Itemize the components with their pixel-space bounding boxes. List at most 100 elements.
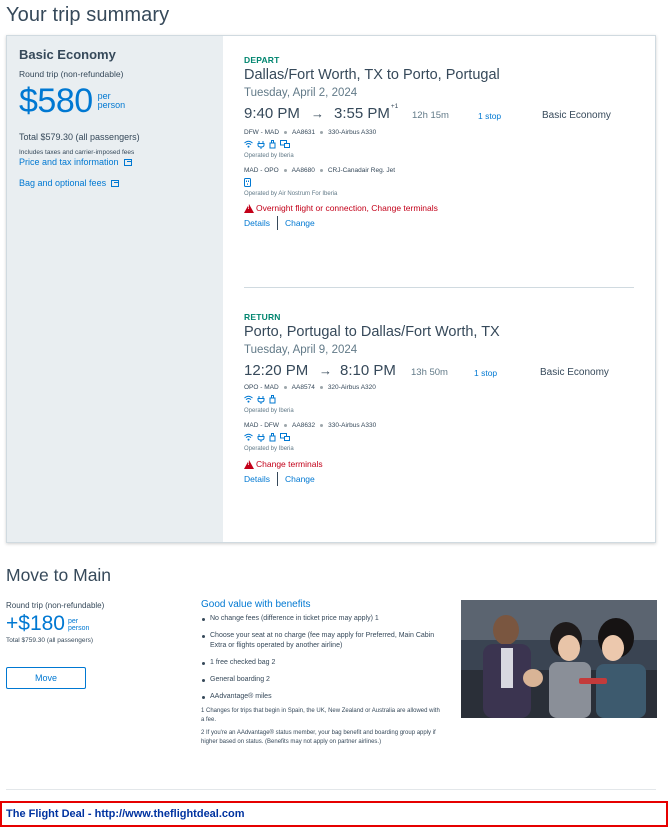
return-stops-link[interactable]: 1 stop	[474, 368, 497, 378]
main-cabin-photo	[461, 600, 657, 718]
depart-departure-time: 9:40 PM	[244, 105, 300, 122]
segment-flight: AA8574	[291, 384, 315, 391]
segment-aircraft: CRJ-Canadair Reg. Jet	[327, 167, 396, 174]
segment-aircraft: 330-Airbus A330	[328, 129, 377, 136]
separator-dot	[283, 169, 287, 172]
benefits-list: No change fees (difference in ticket pri…	[201, 614, 441, 702]
operated-by: Operated by Iberia	[244, 446, 294, 452]
amenities-row	[244, 432, 634, 442]
return-actions: Details Change	[244, 472, 634, 486]
bag-fees-link[interactable]: Bag and optional fees	[19, 178, 211, 188]
separator-dot	[320, 424, 324, 427]
segment-route: MAD - DFW	[244, 422, 280, 429]
segment-info: MAD - DFW AA8632 330-Airbus A330	[244, 422, 634, 429]
return-leg: RETURN Porto, Portugal to Dallas/Fort Wo…	[244, 312, 634, 486]
price-tax-link-label: Price and tax information	[19, 157, 119, 167]
return-date: Tuesday, April 9, 2024	[244, 344, 358, 356]
return-duration: 13h 50m	[411, 367, 448, 378]
operated-by: Operated by Air Nostrum For Iberia	[244, 191, 338, 197]
usb-icon	[269, 394, 276, 403]
page-title: Your trip summary	[6, 4, 170, 26]
segment-flight: AA8680	[291, 167, 315, 174]
segment-route: DFW - MAD	[244, 129, 280, 136]
depart-details-link[interactable]: Details	[244, 218, 270, 228]
return-warning: Change terminals	[244, 459, 634, 469]
amenities-row	[244, 394, 634, 404]
itinerary-panel: DEPART Dallas/Fort Worth, TX to Porto, P…	[223, 36, 655, 542]
segment-info: OPO - MAD AA8574 320-Airbus A320	[244, 384, 634, 391]
flight-deal-banner: The Flight Deal - http://www.theflightde…	[0, 801, 668, 827]
separator-dot	[319, 169, 323, 172]
link-separator	[276, 472, 278, 486]
move-button[interactable]: Move	[6, 667, 86, 689]
usb-icon	[269, 139, 276, 148]
amenities-row	[244, 177, 634, 187]
depart-arrival-time: 3:55 PM+1	[334, 103, 399, 122]
move-per-person: per person	[67, 618, 90, 632]
move-to-main-price-panel: Round trip (non-refundable) +$180 per pe…	[6, 601, 186, 689]
move-price: +$180	[6, 612, 65, 635]
depart-leg: DEPART Dallas/Fort Worth, TX to Porto, P…	[244, 55, 634, 230]
power-icon	[257, 433, 265, 442]
operated-by: Operated by Iberia	[244, 153, 294, 159]
depart-stops-link[interactable]: 1 stop	[478, 111, 501, 121]
usb-icon	[269, 432, 276, 441]
return-change-link[interactable]: Change	[285, 474, 315, 484]
benefits-panel: Good value with benefits No change fees …	[201, 599, 441, 747]
power-icon	[257, 395, 265, 404]
depart-warning-text: Overnight flight or connection, Change t…	[256, 203, 438, 213]
segment-info: DFW - MAD AA8631 330-Airbus A330	[244, 129, 634, 136]
fare-summary-panel: Basic Economy Round trip (non-refundable…	[7, 36, 223, 542]
move-price-row: +$180 per person	[6, 613, 186, 635]
entertainment-icon	[280, 140, 290, 148]
leg-divider	[244, 287, 634, 288]
external-window-icon	[111, 179, 120, 187]
return-cabin: Basic Economy	[540, 367, 609, 378]
depart-tag: DEPART	[244, 55, 280, 65]
external-window-icon	[123, 158, 132, 166]
segment-route: OPO - MAD	[244, 384, 279, 391]
fare-price: $580	[19, 82, 93, 120]
power-outlet-icon	[244, 177, 251, 187]
move-to-main-title: Move to Main	[6, 565, 112, 585]
entertainment-icon	[280, 433, 290, 441]
arrow-right-icon: →	[311, 106, 324, 121]
operated-by: Operated by Iberia	[244, 408, 294, 414]
plus-day-indicator: +1	[390, 103, 399, 110]
benefits-title: Good value with benefits	[201, 599, 311, 610]
link-separator	[276, 216, 278, 230]
warning-icon	[244, 203, 254, 213]
footnote: 1 Changes for trips that begin in Spain,…	[201, 708, 440, 723]
return-arrival-time: 8:10 PM	[340, 362, 396, 379]
depart-change-link[interactable]: Change	[285, 218, 315, 228]
segment-info: MAD - OPO AA8680 CRJ-Canadair Reg. Jet	[244, 167, 634, 174]
fare-total: Total $579.30 (all passengers)	[19, 132, 140, 142]
segment-flight: AA8632	[292, 422, 316, 429]
separator-dot	[284, 131, 288, 134]
return-tag: RETURN	[244, 312, 281, 322]
segment-route: MAD - OPO	[244, 167, 279, 174]
amenities-row	[244, 139, 634, 149]
list-item: AAdvantage® miles	[201, 692, 441, 702]
footnote: 2 If you're an AAdvantage® status member…	[201, 730, 436, 745]
warning-icon	[244, 459, 254, 469]
fare-price-row: $580 per person	[19, 84, 211, 118]
depart-actions: Details Change	[244, 216, 634, 230]
arrow-right-icon: →	[319, 363, 332, 378]
separator-dot	[320, 131, 324, 134]
return-route: Porto, Portugal to Dallas/Fort Worth, TX	[244, 324, 500, 340]
return-details-link[interactable]: Details	[244, 474, 270, 484]
list-item: General boarding 2	[201, 675, 441, 685]
price-tax-link[interactable]: Price and tax information	[19, 157, 211, 167]
list-item: 1 free checked bag 2	[201, 658, 441, 668]
depart-duration: 12h 15m	[412, 110, 449, 121]
separator-dot	[283, 386, 287, 389]
depart-date: Tuesday, April 2, 2024	[244, 87, 358, 99]
segment-flight: AA8631	[292, 129, 316, 136]
return-times: 12:20 PM → 8:10 PM 13h 50m 1 stop Basic …	[244, 362, 634, 384]
depart-times: 9:40 PM → 3:55 PM+1 12h 15m 1 stop Basic…	[244, 103, 634, 127]
return-warning-text: Change terminals	[256, 459, 323, 469]
separator-dot	[284, 424, 288, 427]
return-departure-time: 12:20 PM	[244, 362, 309, 379]
move-total: Total $759.30 (all passengers)	[6, 637, 94, 644]
